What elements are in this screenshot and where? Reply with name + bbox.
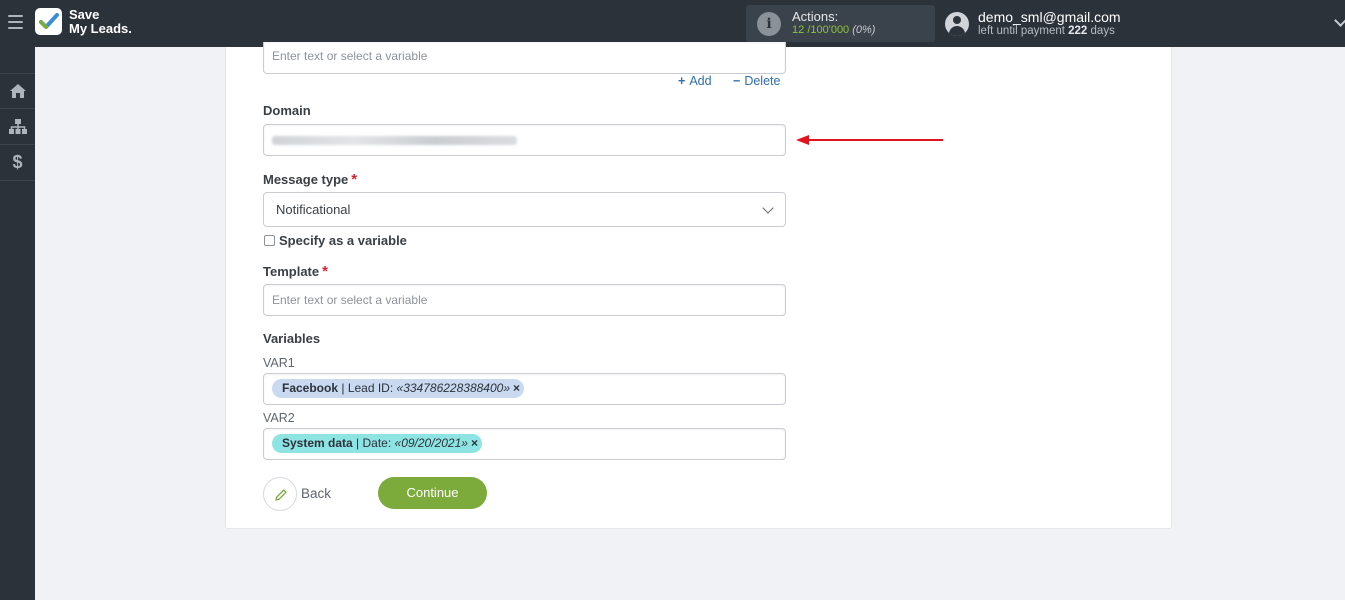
delete-button[interactable]: − Delete — [733, 74, 780, 88]
var1-input[interactable]: Facebook | Lead ID: «334786228388400» × — [263, 373, 786, 405]
payment-suffix: days — [1090, 25, 1115, 37]
logo-text[interactable]: Save My Leads. — [69, 8, 132, 36]
annotation-arrow — [796, 135, 943, 145]
dollar-icon: $ — [12, 152, 23, 172]
payment-days: 222 — [1068, 25, 1088, 37]
actions-percent: (0%) — [852, 24, 876, 36]
var2-input[interactable]: System data | Date: «09/20/2021» × — [263, 428, 786, 460]
menu-icon[interactable] — [8, 15, 23, 29]
message-type-label: Message type * — [263, 171, 357, 188]
message-type-select[interactable]: Notificational — [263, 192, 786, 227]
actions-total: /100'000 — [807, 24, 850, 36]
remove-tag-icon[interactable]: × — [471, 436, 478, 450]
template-text: Template — [263, 264, 320, 279]
sidebar-item-connections[interactable] — [0, 109, 35, 145]
user-email[interactable]: demo_sml@gmail.com — [978, 9, 1121, 25]
message-type-value: Notificational — [276, 202, 351, 217]
actions-label: Actions: — [792, 9, 839, 24]
specify-variable-checkbox[interactable] — [264, 235, 275, 246]
var2-label: VAR2 — [263, 411, 295, 425]
pencil-icon — [275, 489, 287, 501]
delete-label: Delete — [744, 74, 781, 88]
sitemap-icon — [8, 119, 27, 134]
actions-counter: i Actions: 12 /100'000 (0%) — [746, 5, 935, 42]
add-label: Add — [689, 74, 712, 88]
info-icon: i — [757, 12, 781, 36]
specify-variable-label[interactable]: Specify as a variable — [279, 233, 407, 248]
var1-tag-value: «334786228388400» — [396, 381, 510, 395]
blurred-domain-value — [272, 136, 517, 145]
chevron-down-icon — [762, 202, 774, 214]
logo-line2: My Leads. — [69, 21, 132, 36]
var1-label: VAR1 — [263, 356, 295, 370]
var2-tag-source: System data — [282, 436, 353, 450]
sidebar-item-billing[interactable]: $ — [0, 145, 35, 181]
var1-tag[interactable]: Facebook | Lead ID: «334786228388400» × — [272, 379, 525, 398]
logo-line1: Save — [69, 7, 100, 22]
var2-tag-value: «09/20/2021» — [394, 436, 468, 450]
actions-used: 12 — [792, 24, 805, 36]
payment-status: left until payment 222 days — [978, 25, 1115, 37]
remove-tag-icon[interactable]: × — [513, 381, 520, 395]
sidebar-item-home[interactable] — [0, 73, 35, 109]
payment-prefix: left until payment — [978, 25, 1065, 37]
top-bar: Save My Leads. i Actions: 12 /100'000 (0… — [0, 0, 1345, 47]
var1-tag-source: Facebook — [282, 381, 339, 395]
chevron-down-icon[interactable] — [1334, 14, 1345, 27]
back-label[interactable]: Back — [301, 486, 331, 501]
user-avatar-icon[interactable] — [945, 12, 969, 36]
var1-tag-field: Lead ID: — [347, 381, 394, 395]
previous-variable-input[interactable]: Enter text or select a variable — [263, 42, 786, 74]
template-input[interactable]: Enter text or select a variable — [263, 284, 786, 316]
back-button[interactable] — [263, 477, 297, 511]
actions-value: 12 /100'000 (0%) — [792, 24, 875, 36]
sidebar: $ — [0, 47, 35, 600]
required-mark: * — [351, 171, 358, 188]
home-icon — [9, 84, 26, 98]
message-type-text: Message type — [263, 172, 349, 187]
template-label: Template * — [263, 263, 328, 280]
continue-button[interactable]: Continue — [378, 477, 487, 509]
variables-label: Variables — [263, 331, 321, 346]
var2-tag-field: Date: — [362, 436, 392, 450]
required-mark: * — [322, 263, 328, 280]
domain-label: Domain — [263, 103, 311, 118]
var2-tag[interactable]: System data | Date: «09/20/2021» × — [272, 434, 482, 453]
logo-icon[interactable] — [35, 8, 62, 35]
domain-input[interactable] — [263, 124, 786, 156]
add-button[interactable]: + Add — [678, 74, 712, 88]
